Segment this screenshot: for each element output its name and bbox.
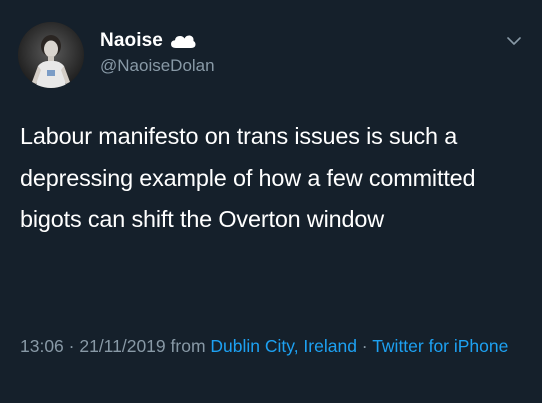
chevron-down-icon[interactable] <box>506 34 522 46</box>
tweet-time[interactable]: 13:06 <box>20 336 64 356</box>
from-label: from <box>165 336 211 356</box>
author-name-row: Naoise <box>100 30 196 52</box>
user-handle[interactable]: @NaoiseDolan <box>100 56 215 76</box>
tweet-text: Labour manifesto on trans issues is such… <box>20 123 476 232</box>
display-name[interactable]: Naoise <box>100 30 163 52</box>
cloud-icon <box>170 33 196 49</box>
meta-separator: · <box>356 336 373 356</box>
avatar-photo <box>18 22 84 88</box>
location-link[interactable]: Dublin City, Ireland <box>210 336 357 356</box>
avatar[interactable] <box>18 22 84 88</box>
meta-separator: · <box>63 336 80 356</box>
source-link[interactable]: Twitter for iPhone <box>372 336 508 356</box>
tweet-metadata: 13:06 · 21/11/2019 from Dublin City, Ire… <box>20 334 530 359</box>
tweet-card: Naoise @NaoiseDolan Labour manifesto on … <box>0 0 542 403</box>
tweet-date[interactable]: 21/11/2019 <box>79 336 165 356</box>
